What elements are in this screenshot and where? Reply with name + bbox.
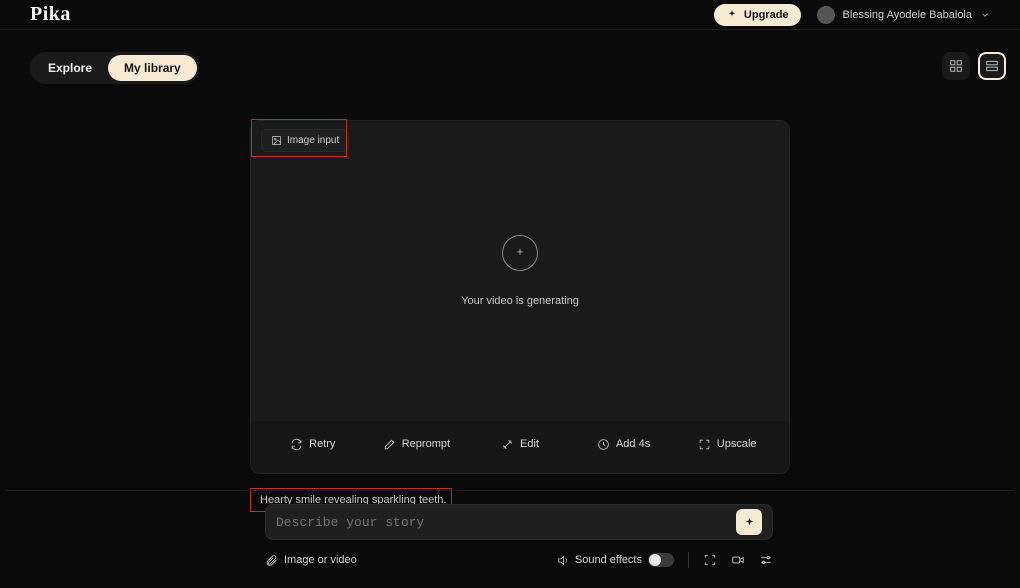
- upgrade-label: Upgrade: [744, 9, 789, 21]
- upgrade-button[interactable]: Upgrade: [714, 4, 801, 26]
- edit-button[interactable]: Edit: [468, 438, 572, 451]
- aspect-ratio-button[interactable]: [703, 553, 717, 567]
- image-input-chip[interactable]: Image input: [261, 129, 349, 152]
- sound-icon: [556, 554, 569, 567]
- sparkle-icon: [743, 516, 756, 529]
- retry-button[interactable]: Retry: [261, 438, 365, 451]
- video-camera-icon: [731, 553, 745, 567]
- chevron-down-icon: [980, 10, 990, 20]
- divider: [6, 490, 1014, 491]
- grid-icon: [949, 59, 963, 73]
- user-name: Blessing Ayodele Babalola: [843, 9, 972, 21]
- camera-button[interactable]: [731, 553, 745, 567]
- attach-button[interactable]: Image or video: [265, 554, 357, 567]
- reprompt-label: Reprompt: [402, 438, 450, 450]
- edit-label: Edit: [520, 438, 539, 450]
- list-view-button[interactable]: [978, 52, 1006, 80]
- expand-icon: [698, 438, 711, 451]
- generation-card-area: Image input Your video is generating Ret…: [250, 120, 790, 512]
- settings-button[interactable]: [759, 553, 773, 567]
- reprompt-button[interactable]: Reprompt: [365, 438, 469, 451]
- attach-label: Image or video: [284, 554, 357, 566]
- grid-view-button[interactable]: [942, 52, 970, 80]
- prompt-area: Image or video Sound effects: [265, 504, 773, 568]
- list-icon: [985, 59, 999, 73]
- edit-pencil-icon: [383, 438, 396, 451]
- retry-label: Retry: [309, 438, 335, 450]
- sound-effects-toggle[interactable]: [648, 553, 674, 567]
- tab-my-library[interactable]: My library: [108, 55, 197, 81]
- loading-spinner: [502, 235, 538, 271]
- aspect-icon: [703, 553, 717, 567]
- generation-card: Image input Your video is generating Ret…: [250, 120, 790, 474]
- paperclip-icon: [265, 554, 278, 567]
- upscale-button[interactable]: Upscale: [675, 438, 779, 451]
- user-menu[interactable]: Blessing Ayodele Babalola: [817, 6, 990, 24]
- sparkle-icon: [513, 246, 527, 260]
- sliders-icon: [759, 553, 773, 567]
- prompt-tools: Image or video Sound effects: [265, 552, 773, 568]
- prompt-box: [265, 504, 773, 540]
- wand-icon: [501, 438, 514, 451]
- add-4s-button[interactable]: Add 4s: [572, 438, 676, 451]
- sound-label: Sound effects: [575, 554, 642, 566]
- card-action-bar: Retry Reprompt Edit Add 4s Upscale: [251, 425, 789, 463]
- upscale-label: Upscale: [717, 438, 757, 450]
- sound-effects-toggle-group: Sound effects: [556, 553, 674, 567]
- clock-icon: [597, 438, 610, 451]
- divider: [688, 552, 689, 568]
- image-input-label: Image input: [287, 135, 339, 146]
- generate-button[interactable]: [736, 509, 762, 535]
- prompt-input[interactable]: [276, 515, 736, 530]
- app-header: Pika Upgrade Blessing Ayodele Babalola: [0, 0, 1020, 30]
- add4s-label: Add 4s: [616, 438, 650, 450]
- sparkle-icon: [726, 9, 738, 21]
- tab-explore[interactable]: Explore: [32, 55, 108, 81]
- brand-logo: Pika: [30, 3, 71, 26]
- retry-icon: [290, 438, 303, 451]
- avatar: [817, 6, 835, 24]
- nav-tabs: Explore My library: [30, 52, 199, 84]
- image-icon: [271, 135, 282, 146]
- view-toggles: [942, 52, 1006, 80]
- generating-text: Your video is generating: [461, 295, 579, 307]
- video-preview: Your video is generating: [251, 121, 789, 421]
